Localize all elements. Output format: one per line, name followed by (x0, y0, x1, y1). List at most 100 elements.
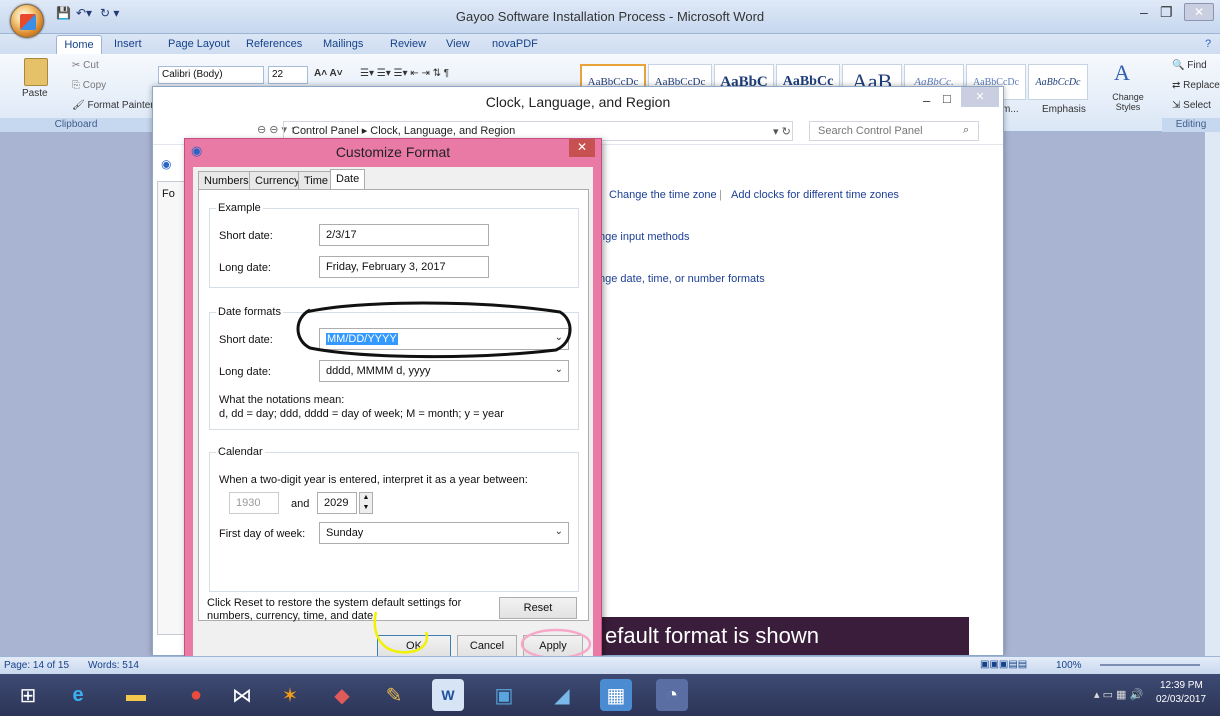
apply-button[interactable]: Apply (523, 635, 583, 657)
ok-button[interactable]: OK (377, 635, 451, 657)
cp-close-icon[interactable]: ✕ (961, 87, 999, 107)
two-digit-text: When a two-digit year is entered, interp… (219, 474, 528, 486)
tab-insert[interactable]: Insert (114, 38, 142, 50)
example-short-label: Short date: (219, 230, 273, 242)
change-styles-label[interactable]: Change Styles (1106, 92, 1150, 112)
video-caption: efault format is shown (599, 617, 969, 655)
clock-date[interactable]: 02/03/2017 (1156, 694, 1206, 705)
refresh-icon[interactable]: ▾ ↻ (773, 125, 791, 138)
find-button[interactable]: 🔍 Find (1172, 60, 1207, 71)
editing-group-label: Editing (1162, 118, 1220, 132)
add-clocks-link[interactable]: Add clocks for different time zones (731, 189, 899, 201)
office-logo-icon (20, 14, 36, 30)
style-label-partial: m... (1002, 104, 1019, 115)
customize-format-dialog: ◉ Customize Format ✕ Numbers Currency Ti… (184, 138, 602, 666)
grow-font-icon[interactable]: A˄ A˅ (314, 68, 343, 79)
cancel-button[interactable]: Cancel (457, 635, 517, 657)
replace-button[interactable]: ⇄ Replace (1172, 80, 1220, 91)
tab-time[interactable]: Time (298, 171, 335, 190)
to-year-field[interactable]: 2029 (317, 492, 357, 514)
tab-numbers[interactable]: Numbers (198, 171, 255, 190)
font-size-box[interactable]: 22 (268, 66, 308, 84)
tab-novapdf[interactable]: novaPDF (492, 38, 538, 50)
copy-label: Copy (82, 80, 107, 91)
chevron-down-icon: ⌄ (554, 364, 563, 375)
paint-icon[interactable]: ✎ (378, 679, 410, 711)
paint-net-icon[interactable]: ◆ (326, 679, 358, 711)
tab-review[interactable]: Review (390, 38, 426, 50)
word-count[interactable]: Words: 514 (88, 660, 139, 671)
input-methods-link[interactable]: nge input methods (599, 231, 690, 243)
vertical-scrollbar[interactable] (1204, 132, 1220, 656)
monitor-icon[interactable]: ▣ (488, 679, 520, 711)
reset-button[interactable]: Reset (499, 597, 577, 619)
example-long-value: Friday, February 3, 2017 (319, 256, 489, 278)
internet-explorer-icon[interactable]: e (62, 679, 94, 711)
notation-heading: What the notations mean: (219, 394, 345, 406)
visual-studio-icon[interactable]: ⋈ (226, 679, 258, 711)
tab-mailings[interactable]: Mailings (323, 38, 363, 50)
change-time-zone-link[interactable]: Change the time zone (609, 189, 717, 201)
word-icon[interactable]: W (432, 679, 464, 711)
chevron-down-icon: ⌄ (554, 332, 563, 343)
cp-maximize-icon[interactable]: □ (943, 91, 951, 106)
year-spinner[interactable]: ▲ ▼ (359, 492, 373, 514)
tab-page-layout[interactable]: Page Layout (168, 38, 230, 50)
help-icon[interactable]: ? (1205, 38, 1211, 50)
tray-icons[interactable]: ▴ ▭ ▦ 🔊 (1094, 688, 1143, 701)
page-count[interactable]: Page: 14 of 15 (4, 660, 69, 671)
zoom-slider[interactable] (1100, 664, 1200, 666)
paste-label[interactable]: Paste (22, 88, 48, 99)
tab-home[interactable]: Home (56, 35, 102, 54)
clock-region-icon[interactable]: ◔ (656, 679, 688, 711)
short-date-combo[interactable]: MM/DD/YYYY ⌄ (319, 328, 569, 350)
tab-references[interactable]: References (246, 38, 302, 50)
ribbon-tabs: Home Insert Page Layout References Maili… (0, 34, 1220, 54)
long-date-combo[interactable]: dddd, MMMM d, yyyy ⌄ (319, 360, 569, 382)
formats-link[interactable]: nge date, time, or number formats (599, 273, 765, 285)
copy-button[interactable]: ⎘ Copy (72, 80, 106, 91)
example-long-label: Long date: (219, 262, 271, 274)
close-icon[interactable]: ✕ (1184, 3, 1214, 21)
example-short-value: 2/3/17 (319, 224, 489, 246)
list-icons[interactable]: ☰▾ ☰▾ ☰▾ ⇤ ⇥ ⇅ ¶ (360, 68, 449, 79)
paste-icon[interactable] (24, 58, 48, 86)
clock-time[interactable]: 12:39 PM (1160, 680, 1203, 691)
tab-date[interactable]: Date (330, 169, 366, 190)
date-formats-legend: Date formats (218, 306, 281, 318)
file-explorer-icon[interactable]: ▬ (120, 679, 152, 711)
region-dialog-behind: Fo (157, 181, 187, 635)
chevron-down-icon: ⌄ (554, 526, 563, 537)
cut-button[interactable]: ✂ Cut (72, 60, 99, 71)
style-emphasis[interactable]: AaBbCcDc (1028, 64, 1088, 100)
format-short-label: Short date: (219, 334, 273, 346)
reset-description: Click Reset to restore the system defaul… (207, 597, 462, 622)
long-date-value: dddd, MMMM d, yyyy (326, 365, 431, 377)
format-painter-button[interactable]: 🖌 Format Painter (72, 100, 154, 111)
window-title: Gayoo Software Installation Process - Mi… (455, 9, 765, 24)
font-name-box[interactable]: Calibri (Body) (158, 66, 264, 84)
control-panel-title: Clock, Language, and Region (153, 87, 1003, 117)
restore-icon[interactable]: ❐ (1160, 4, 1173, 21)
replace-label: Replace (1183, 80, 1220, 91)
chrome-icon[interactable]: ● (180, 679, 212, 711)
cp-search-input[interactable]: Search Control Panel (809, 121, 979, 141)
first-day-label: First day of week: (219, 528, 306, 540)
tools-icon[interactable]: ✶ (274, 679, 306, 711)
word-title-bar: 💾 ↶▾ ↻ ▾ Gayoo Software Installation Pro… (0, 0, 1220, 34)
search-icon[interactable]: ⌕ (963, 124, 969, 137)
minimize-icon[interactable]: – (1140, 4, 1148, 20)
first-day-combo[interactable]: Sunday ⌄ (319, 522, 569, 544)
control-panel-icon[interactable]: ▦ (600, 679, 632, 711)
cp-minimize-icon[interactable]: – (923, 93, 930, 108)
zoom-level[interactable]: 100% (1056, 660, 1082, 671)
dialog-close-icon[interactable]: ✕ (569, 139, 595, 157)
tab-view[interactable]: View (446, 38, 470, 50)
date-tab-panel: Example Short date: 2/3/17 Long date: Fr… (198, 189, 589, 621)
change-styles-icon[interactable]: A (1114, 60, 1130, 86)
start-icon[interactable]: ⊞ (12, 679, 44, 711)
select-button[interactable]: ⇲ Select (1172, 100, 1211, 111)
view-buttons-icon[interactable]: ▣▣▣▤▤ (980, 659, 1027, 670)
office-button[interactable] (10, 4, 44, 38)
pen-icon[interactable]: ◢ (546, 679, 578, 711)
